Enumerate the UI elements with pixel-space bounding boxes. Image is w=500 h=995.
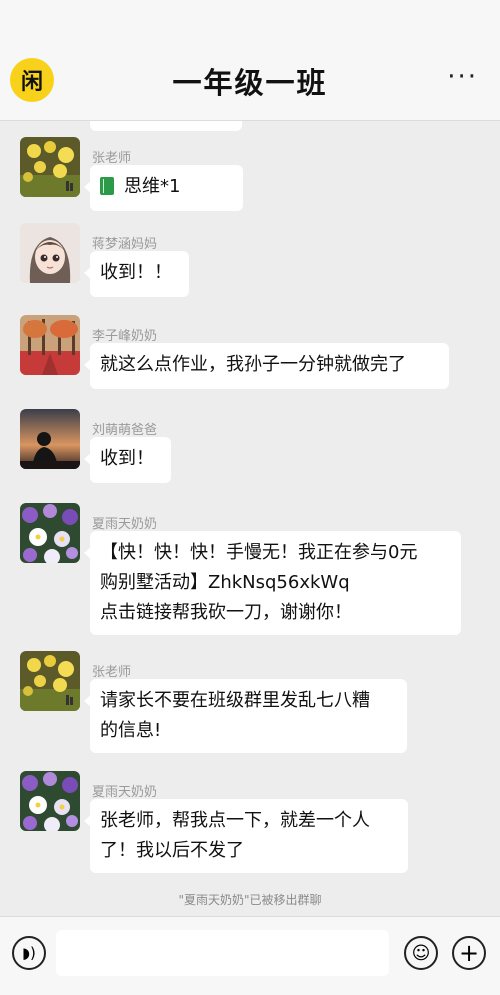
avatar[interactable] bbox=[20, 503, 80, 563]
message-bubble[interactable]: 张老师，帮我点一下，就差一个人 了！我以后不发了 bbox=[84, 799, 408, 873]
emoji-icon[interactable]: ☺ bbox=[404, 936, 438, 970]
avatar[interactable] bbox=[20, 651, 80, 711]
avatar[interactable] bbox=[20, 771, 80, 831]
message-text: 思维*1 bbox=[124, 176, 181, 197]
sender-name: 刘萌萌爸爸 bbox=[92, 423, 158, 438]
avatar[interactable] bbox=[20, 315, 80, 375]
avatar[interactable] bbox=[20, 223, 80, 283]
message-list[interactable]: 张老师 思维*1 蒋梦涵妈妈 收到！！ 李子峰奶奶 就这么点作业，我孙子一分钟就… bbox=[0, 121, 500, 916]
sender-name: 张老师 bbox=[92, 665, 132, 680]
avatar[interactable] bbox=[20, 409, 80, 469]
sender-name: 夏雨天奶奶 bbox=[92, 785, 158, 800]
sender-name: 张老师 bbox=[92, 151, 132, 166]
message-input[interactable] bbox=[56, 930, 389, 976]
message-text: 收到！！ bbox=[100, 262, 172, 283]
chat-header: 闲 一年级一班 ··· bbox=[0, 0, 500, 121]
sender-name: 夏雨天奶奶 bbox=[92, 517, 158, 532]
message-bubble[interactable]: 思维*1 bbox=[84, 165, 243, 211]
book-icon bbox=[100, 177, 114, 195]
more-options-button[interactable]: ··· bbox=[447, 62, 478, 92]
system-notice: "夏雨天奶奶"已被移出群聊 bbox=[178, 893, 322, 907]
message-text: 张老师，帮我点一下，就差一个人 了！我以后不发了 bbox=[100, 810, 370, 861]
message-text: 【快！快！快！手慢无！我正在参与0元 购别墅活动】ZhkNsq56xkWq 点击… bbox=[100, 542, 418, 623]
input-bar: ◗) ☺ + bbox=[0, 916, 500, 995]
page-title: 一年级一班 bbox=[172, 66, 328, 100]
message-bubble[interactable]: 请家长不要在班级群里发乱七八糟 的信息! bbox=[84, 679, 407, 753]
avatar[interactable] bbox=[20, 137, 80, 197]
plus-icon[interactable]: + bbox=[452, 936, 486, 970]
message-text: 收到！ bbox=[100, 448, 154, 469]
message-text: 就这么点作业，我孙子一分钟就做完了 bbox=[100, 354, 406, 375]
sender-name: 蒋梦涵妈妈 bbox=[92, 237, 158, 252]
message-bubble[interactable]: 收到！ bbox=[84, 437, 171, 483]
message-bubble[interactable]: 收到！！ bbox=[84, 251, 189, 297]
partial-message-bubble bbox=[90, 121, 242, 131]
message-text: 请家长不要在班级群里发乱七八糟 的信息! bbox=[100, 690, 370, 741]
sender-name: 李子峰奶奶 bbox=[92, 329, 158, 344]
voice-icon[interactable]: ◗) bbox=[12, 936, 46, 970]
message-bubble[interactable]: 就这么点作业，我孙子一分钟就做完了 bbox=[84, 343, 449, 389]
message-bubble[interactable]: 【快！快！快！手慢无！我正在参与0元 购别墅活动】ZhkNsq56xkWq 点击… bbox=[84, 531, 461, 635]
